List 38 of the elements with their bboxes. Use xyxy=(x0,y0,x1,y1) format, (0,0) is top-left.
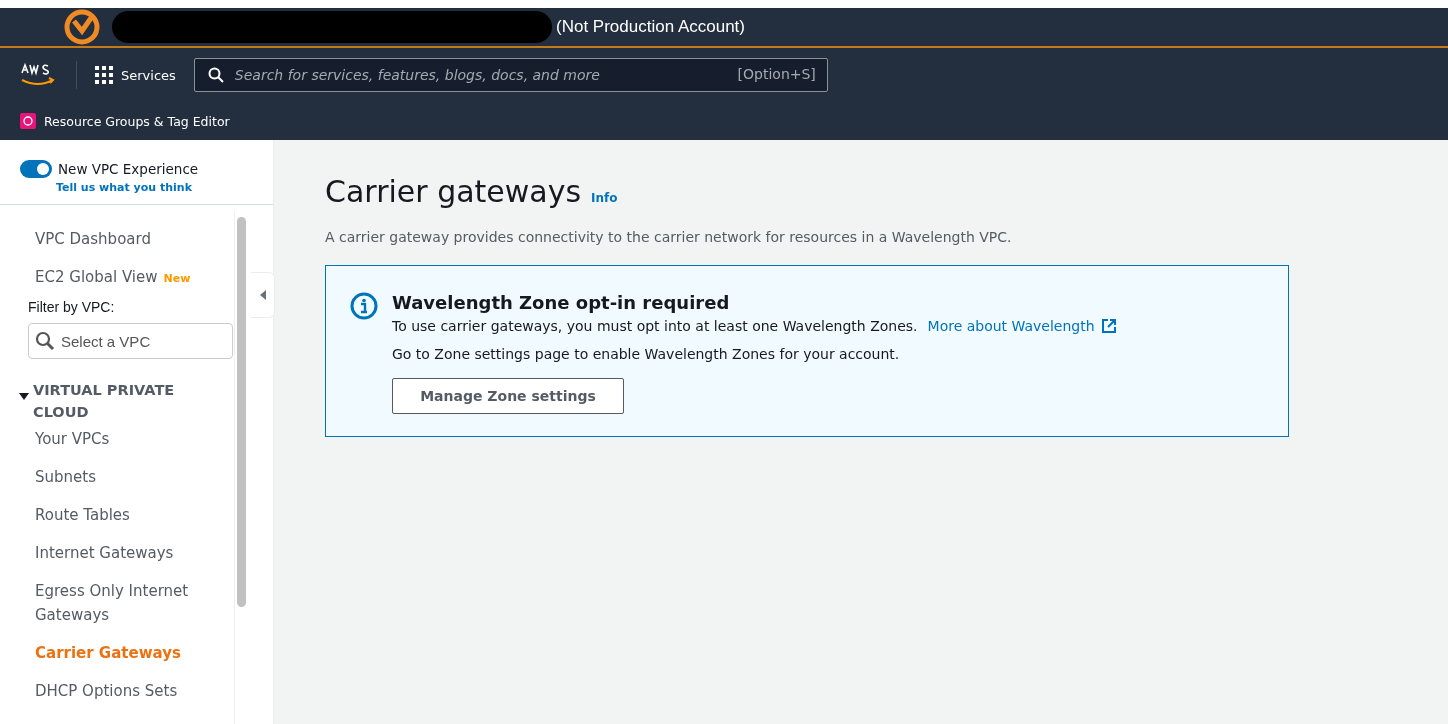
shortcut-hint: [Option+S] xyxy=(737,66,816,82)
vpc-select-field[interactable]: Select a VPC xyxy=(28,323,233,359)
nav-link[interactable]: Route Tables xyxy=(35,503,130,527)
nav-link[interactable]: Internet Gateways xyxy=(35,541,174,565)
external-link[interactable]: More about Wavelength xyxy=(927,318,1095,334)
alert-text: Go to Zone settings page to enable Wavelength Zones for your account. xyxy=(392,346,901,362)
caret-icon[interactable] xyxy=(19,391,29,401)
page-title: Carrier gateways xyxy=(325,174,582,209)
scrollbar[interactable] xyxy=(234,211,249,724)
manage-zone-settings-button[interactable]: Manage Zone settings xyxy=(392,378,624,414)
nav-link[interactable]: Subnets xyxy=(35,465,96,489)
nav-link[interactable]: VPC Dashboard xyxy=(35,227,151,251)
service-icon xyxy=(20,113,36,129)
page-description: A carrier gateway provides connectivity to the carrier network for resources in a Wavelength VPC. xyxy=(325,229,1013,245)
toggle-switch[interactable] xyxy=(20,160,52,178)
nav-link[interactable]: Egress Only Internet Gateways xyxy=(35,579,234,627)
section-title: VIRTUAL PRIVATE CLOUD xyxy=(33,381,176,422)
nav-link[interactable]: Your VPCs xyxy=(35,427,110,451)
alert-title: Wavelength Zone opt-in required xyxy=(392,292,731,313)
favorite-link[interactable]: Resource Groups & Tag Editor xyxy=(20,113,230,129)
nav-link[interactable]: EC2 Global View xyxy=(35,265,158,289)
feedback-link[interactable]: Tell us what you think xyxy=(56,181,273,194)
info-icon xyxy=(350,292,378,320)
logo-icon xyxy=(64,9,100,45)
collapse-button[interactable] xyxy=(251,272,275,318)
grid-icon xyxy=(95,66,113,84)
nav-link[interactable]: DHCP Options Sets xyxy=(35,679,178,703)
alert-text: To use carrier gateways, you must opt into at least one Wavelength Zones. xyxy=(392,318,918,334)
info-link[interactable]: Info xyxy=(591,191,618,205)
new-label: New xyxy=(163,272,191,285)
filter-label: Filter by VPC: xyxy=(28,299,116,315)
services-button[interactable]: Services xyxy=(95,66,176,84)
toggle-label: New VPC Experience xyxy=(58,161,199,177)
caret-icon xyxy=(259,290,266,300)
external-link-icon[interactable] xyxy=(1100,318,1117,334)
account-label: (Not Production Account) xyxy=(556,17,745,37)
search-icon xyxy=(35,331,55,351)
search-icon xyxy=(207,67,224,83)
